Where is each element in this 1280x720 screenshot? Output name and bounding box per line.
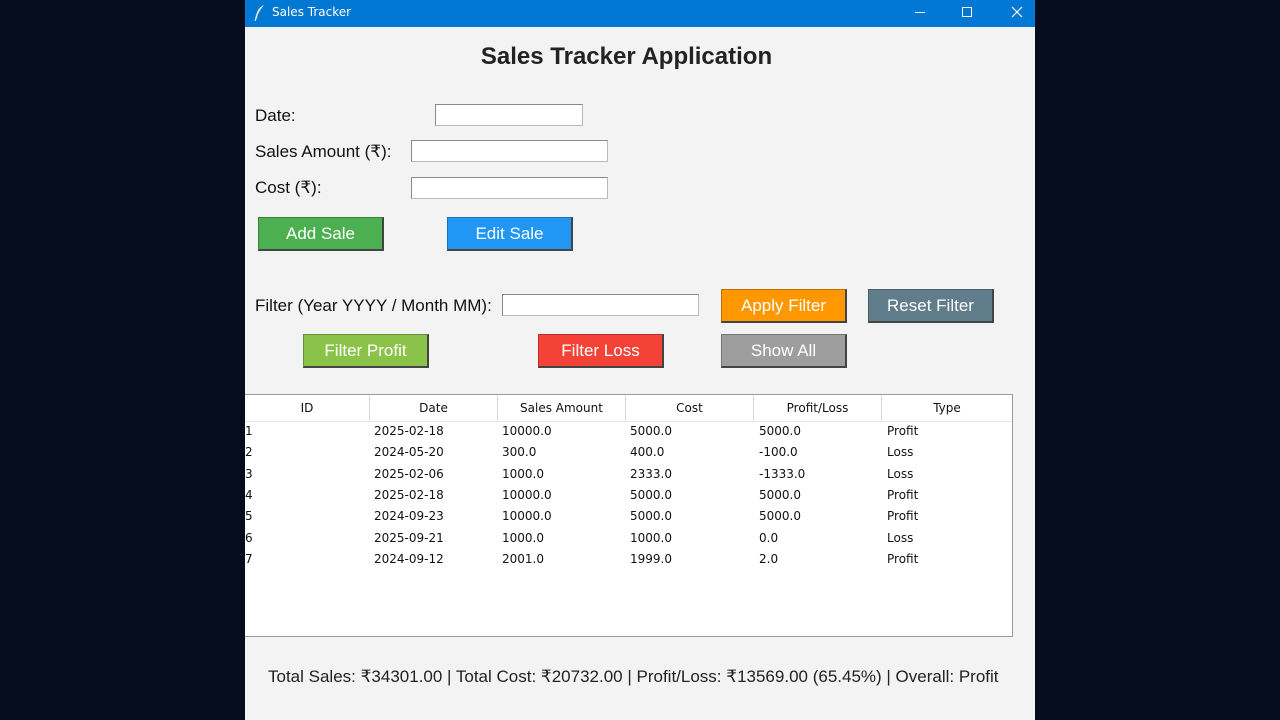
summary-text: Total Sales: ₹34301.00 | Total Cost: ₹20… xyxy=(268,667,999,686)
cell-cost: 1999.0 xyxy=(630,551,672,566)
cell-sales-amount: 2001.0 xyxy=(502,551,544,566)
cell-type: Loss xyxy=(887,466,914,481)
cell-cost: 5000.0 xyxy=(630,424,672,438)
cell-type: Profit xyxy=(887,487,919,502)
cell-date: 2024-09-12 xyxy=(374,551,444,566)
cell-cost: 1000.0 xyxy=(630,530,672,545)
sales-table[interactable]: ID Date Sales Amount Cost Profit/Loss Ty… xyxy=(245,394,1013,637)
cell-date: 2024-09-23 xyxy=(374,509,444,524)
table-row[interactable]: 3 2025-02-06 1000.0 2333.0 -1333.0 Loss xyxy=(245,464,1012,485)
table-row[interactable]: 2 2024-05-20 300.0 400.0 -100.0 Loss xyxy=(245,442,1012,463)
table-header: ID Date Sales Amount Cost Profit/Loss Ty… xyxy=(245,395,1012,422)
cell-sales-amount: 1000.0 xyxy=(502,466,544,481)
filter-profit-button[interactable]: Filter Profit xyxy=(303,334,429,368)
show-all-button[interactable]: Show All xyxy=(721,334,847,368)
page-title: Sales Tracker Application xyxy=(480,43,773,70)
cell-sales-amount: 10000.0 xyxy=(502,509,552,524)
cell-id: 3 xyxy=(245,466,253,481)
cell-type: Loss xyxy=(887,530,914,545)
cell-type: Profit xyxy=(887,424,919,438)
close-icon xyxy=(1011,5,1023,23)
cell-sales-amount: 10000.0 xyxy=(502,487,552,502)
add-sale-button[interactable]: Add Sale xyxy=(258,217,384,251)
table-row[interactable]: 6 2025-09-21 1000.0 1000.0 0.0 Loss xyxy=(245,528,1012,549)
cell-date: 2025-02-06 xyxy=(374,466,444,481)
app-window: Sales Tracker Sales Tracker Application … xyxy=(245,0,1035,720)
maximize-button[interactable] xyxy=(944,0,990,27)
column-header-sales-amount[interactable]: Sales Amount xyxy=(498,395,626,421)
cell-cost: 400.0 xyxy=(630,445,665,460)
cell-type: Profit xyxy=(887,509,919,524)
table-row[interactable]: 1 2025-02-18 10000.0 5000.0 5000.0 Profit xyxy=(245,421,1012,442)
reset-filter-button[interactable]: Reset Filter xyxy=(868,289,994,323)
window-title: Sales Tracker xyxy=(272,5,352,19)
column-header-id[interactable]: ID xyxy=(245,395,370,421)
cell-profit-loss: 5000.0 xyxy=(759,509,801,524)
cell-profit-loss: 2.0 xyxy=(759,551,779,566)
cell-id: 4 xyxy=(245,487,253,502)
apply-filter-button[interactable]: Apply Filter xyxy=(721,289,847,323)
cell-cost: 5000.0 xyxy=(630,509,672,524)
filter-loss-button[interactable]: Filter Loss xyxy=(538,334,664,368)
cell-profit-loss: 5000.0 xyxy=(759,424,801,438)
cost-label: Cost (₹): xyxy=(255,178,322,197)
filter-label: Filter (Year YYYY / Month MM): xyxy=(255,296,492,315)
column-header-profit-loss[interactable]: Profit/Loss xyxy=(754,395,882,421)
column-header-cost[interactable]: Cost xyxy=(626,395,754,421)
cell-profit-loss: 5000.0 xyxy=(759,487,801,502)
cell-date: 2025-09-21 xyxy=(374,530,444,545)
cell-id: 2 xyxy=(245,445,253,460)
cell-type: Loss xyxy=(887,445,914,460)
cell-id: 7 xyxy=(245,551,253,566)
cell-profit-loss: -1333.0 xyxy=(759,466,806,481)
cell-profit-loss: 0.0 xyxy=(759,530,779,545)
cost-input[interactable] xyxy=(411,177,608,199)
cell-id: 1 xyxy=(245,424,253,438)
column-header-type[interactable]: Type xyxy=(882,395,1012,421)
sales-amount-label: Sales Amount (₹): xyxy=(255,142,392,161)
sales-amount-input[interactable] xyxy=(411,140,608,162)
cell-sales-amount: 10000.0 xyxy=(502,424,552,438)
cell-id: 6 xyxy=(245,530,253,545)
minimize-icon xyxy=(914,5,926,23)
cell-date: 2024-05-20 xyxy=(374,445,444,460)
table-row[interactable]: 4 2025-02-18 10000.0 5000.0 5000.0 Profit xyxy=(245,485,1012,506)
filter-input[interactable] xyxy=(502,294,699,316)
table-row[interactable]: 5 2024-09-23 10000.0 5000.0 5000.0 Profit xyxy=(245,506,1012,527)
close-button[interactable] xyxy=(994,0,1040,27)
cell-date: 2025-02-18 xyxy=(374,487,444,502)
cell-cost: 5000.0 xyxy=(630,487,672,502)
date-label: Date: xyxy=(255,106,296,125)
cell-date: 2025-02-18 xyxy=(374,424,444,438)
column-header-date[interactable]: Date xyxy=(370,395,498,421)
cell-id: 5 xyxy=(245,509,253,524)
minimize-button[interactable] xyxy=(897,0,943,27)
cell-sales-amount: 300.0 xyxy=(502,445,537,460)
cell-sales-amount: 1000.0 xyxy=(502,530,544,545)
edit-sale-button[interactable]: Edit Sale xyxy=(447,217,573,251)
cell-type: Profit xyxy=(887,551,919,566)
date-input[interactable] xyxy=(435,104,583,126)
table-row[interactable]: 7 2024-09-12 2001.0 1999.0 2.0 Profit xyxy=(245,549,1012,570)
maximize-icon xyxy=(961,5,973,23)
feather-icon xyxy=(253,4,267,22)
cell-cost: 2333.0 xyxy=(630,466,672,481)
title-bar: Sales Tracker xyxy=(245,0,1035,27)
cell-profit-loss: -100.0 xyxy=(759,445,798,460)
